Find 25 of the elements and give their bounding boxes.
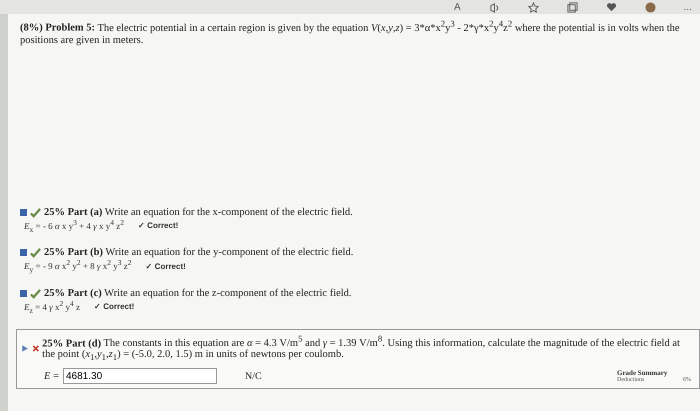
star-icon[interactable] (528, 2, 539, 12)
checkbox-icon[interactable] (20, 290, 27, 298)
feedback-text: ✓ Correct! (138, 220, 178, 230)
checkbox-icon[interactable] (20, 249, 27, 256)
part-prompt: 25% Part (c) Write an equation for the z-component of the electric field. (44, 288, 352, 300)
answer-equation: E$_{z}$ = 4 γ x$^{2}$ y$^{4}$ z (24, 299, 80, 315)
unit-label: N/C (245, 370, 262, 382)
checkbox-icon[interactable] (20, 208, 27, 216)
feedback-text: ✓ Correct! (145, 262, 186, 271)
feedback-text: ✓ Correct! (94, 302, 134, 312)
collections-icon[interactable] (566, 2, 578, 12)
avatar-icon[interactable] (644, 2, 656, 12)
answer-input[interactable]: 4681.30 (63, 368, 217, 384)
answer-equation: E$_{x}$ = - 6 α x y$^{3}$ + 4 γ x y$^{4}$ z$^{2}$ (24, 218, 124, 234)
expand-icon[interactable] (21, 342, 29, 354)
speaker-icon[interactable] (488, 2, 500, 12)
part-prompt: 25% Part (d) The constants in this equation are α = 4.3 V/m$^{5}$ and γ = 1.39 V/m$^{8}$. Using this information, calculate the magnitude of the electric field at the point (x$_{1}$,y$_{1}$,z$_{1}$) = (-5.0, 2.0, 1.5) m in units of newtons per coulomb. (42, 334, 681, 362)
problem-statement: (8%) Problem 5: The electric potential in a certain region is given by the equation V(x,y,z) = 3*α*x$^{2}$y$^{3}$ - 2*γ*x$^{2}$y$^{4}$z$^{2}$ where the potential is in volts when the positions are given in meters. (20, 17, 681, 46)
answer-equation: E$_{y}$ = - 9 α x$^{2}$ y$^{2}$ + 8 γ x$^{2}$ y$^{3}$ z$^{2}$ (24, 258, 132, 274)
heart-icon[interactable] (606, 2, 617, 12)
font-size-button[interactable]: A (454, 2, 461, 12)
field-label: E = (43, 370, 59, 382)
part-prompt: 25% Part (b) Write an equation for the y-component of the electric field. (44, 247, 354, 258)
part-prompt: 25% Part (a) Write an equation for the x-component of the electric field. (44, 206, 353, 218)
more-menu[interactable]: ... (684, 2, 692, 12)
